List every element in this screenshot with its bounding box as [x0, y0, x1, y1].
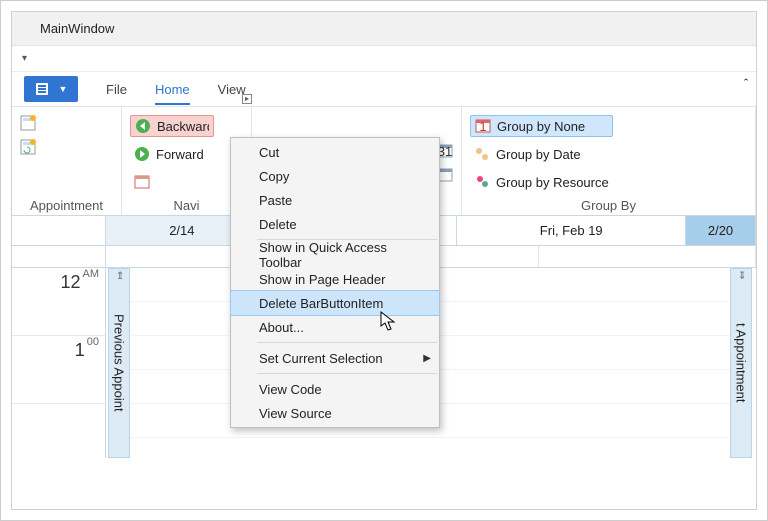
- menu-view-source[interactable]: View Source: [231, 401, 439, 425]
- menu-delete[interactable]: Delete: [231, 212, 439, 236]
- arrow-right-bar-icon: ⤇: [736, 271, 747, 279]
- smart-tag-icon[interactable]: ▸: [242, 94, 252, 104]
- navigate-backward-button[interactable]: Backward: [130, 115, 214, 137]
- menu-show-qat[interactable]: Show in Quick Access Toolbar: [231, 243, 439, 267]
- menu-copy[interactable]: Copy: [231, 164, 439, 188]
- navigate-backward-label: Backward: [157, 119, 209, 134]
- ribbon-tabs: ▼ File Home View ▸: [12, 72, 756, 106]
- navigate-goto-button[interactable]: [130, 171, 214, 193]
- app-menu-icon: [35, 82, 57, 96]
- group-none-icon: 1: [475, 118, 491, 134]
- tab-file[interactable]: File: [106, 82, 127, 97]
- menu-paste[interactable]: Paste: [231, 188, 439, 212]
- chevron-down-icon: ▼: [59, 84, 68, 94]
- group-caption-groupby: Group By: [470, 196, 747, 213]
- group-caption-navigate: Navi: [130, 196, 243, 213]
- group-resource-icon: [474, 174, 490, 190]
- time-gutter-header: [12, 216, 106, 245]
- day-header-4[interactable]: Fri, Feb 19: [457, 216, 686, 245]
- new-appointment-icon[interactable]: [20, 115, 36, 131]
- arrow-left-icon: [135, 118, 151, 134]
- group-by-resource-label: Group by Resource: [496, 175, 609, 190]
- window-titlebar: MainWindow: [12, 12, 756, 46]
- allday-cell[interactable]: [539, 246, 756, 267]
- time-cell-1: 1 00: [12, 336, 105, 404]
- menu-delete-barbuttonitem[interactable]: Delete BarButtonItem: [231, 291, 439, 315]
- chevron-up-icon: ˆ: [744, 76, 748, 91]
- time-ruler: 12 AM 1 00: [12, 268, 106, 458]
- menu-show-page-header[interactable]: Show in Page Header: [231, 267, 439, 291]
- ribbon-group-groupby: 1 Group by None Group by Date: [462, 107, 756, 215]
- menu-cut[interactable]: Cut: [231, 140, 439, 164]
- group-by-date-button[interactable]: Group by Date: [470, 143, 613, 165]
- context-menu: Cut Copy Paste Delete Show in Quick Acce…: [230, 137, 440, 428]
- quick-access-toolbar: ▾: [12, 46, 756, 72]
- group-by-resource-button[interactable]: Group by Resource: [470, 171, 613, 193]
- group-date-icon: [474, 146, 490, 162]
- window-title: MainWindow: [40, 21, 114, 36]
- allday-gutter: [12, 246, 106, 267]
- previous-appointment-button[interactable]: ⤆ Previous Appoint: [108, 268, 130, 458]
- menu-about[interactable]: About...: [231, 315, 439, 339]
- svg-text:1: 1: [479, 119, 486, 134]
- app-menu-button[interactable]: ▼: [24, 76, 78, 102]
- time-cell-12am: 12 AM: [12, 268, 105, 336]
- tab-home[interactable]: Home: [155, 82, 190, 97]
- previous-appointment-label: Previous Appoint: [112, 314, 127, 412]
- navigate-forward-label: Forward: [156, 147, 204, 162]
- ribbon-group-appointment: Appointment: [12, 107, 122, 215]
- menu-view-code[interactable]: View Code: [231, 377, 439, 401]
- next-appointment-label: t Appointment: [734, 323, 749, 403]
- group-by-none-button[interactable]: 1 Group by None: [470, 115, 613, 137]
- group-caption-appointment: Appointment: [20, 196, 113, 213]
- submenu-arrow-icon: ▶: [423, 353, 431, 364]
- navigate-forward-button[interactable]: Forward: [130, 143, 214, 165]
- qat-customize-icon[interactable]: ▾: [22, 53, 27, 64]
- next-appointment-button[interactable]: ⤇ t Appointment: [730, 268, 752, 458]
- menu-set-current-selection[interactable]: Set Current Selection ▶: [231, 346, 439, 370]
- new-recurring-appointment-icon[interactable]: [20, 139, 36, 155]
- menu-separator: [257, 373, 437, 374]
- goto-date-icon: [134, 174, 150, 190]
- arrow-left-bar-icon: ⤆: [114, 271, 125, 279]
- arrow-right-icon: [134, 146, 150, 162]
- menu-separator: [257, 342, 437, 343]
- ribbon-scroll-up-button[interactable]: ˆ: [736, 72, 756, 272]
- group-by-none-label: Group by None: [497, 119, 585, 134]
- group-by-date-label: Group by Date: [496, 147, 581, 162]
